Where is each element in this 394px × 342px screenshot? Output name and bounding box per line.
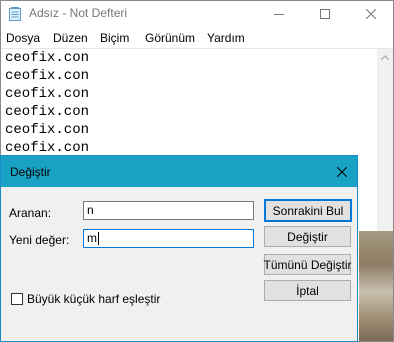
window-title: Adsız - Not Defteri (29, 6, 128, 20)
replace-all-button[interactable]: Tümünü Değiştir (263, 254, 352, 275)
cancel-button[interactable]: İptal (264, 280, 351, 301)
close-button[interactable] (348, 1, 393, 27)
menu-dosya[interactable]: Dosya (6, 31, 40, 45)
menu-yardim[interactable]: Yardım (207, 31, 245, 45)
maximize-icon (320, 9, 330, 19)
dialog-close-button[interactable] (327, 156, 357, 187)
scroll-up-button[interactable] (377, 49, 393, 65)
replace-button[interactable]: Değiştir (264, 226, 351, 247)
find-label: Aranan: (9, 206, 52, 220)
chevron-up-icon (381, 54, 389, 60)
close-icon (366, 9, 376, 19)
text-line: ceofix.con (5, 86, 90, 102)
text-line: ceofix.con (5, 50, 90, 66)
replace-dialog: Değiştir Aranan: n Yeni değer: m Büyük k… (0, 155, 358, 342)
text-line: ceofix.con (5, 122, 90, 138)
replace-label: Yeni değer: (9, 233, 70, 247)
replace-input[interactable]: m (83, 229, 254, 248)
find-input[interactable]: n (83, 201, 254, 220)
text-line: ceofix.con (5, 68, 90, 84)
minimize-icon (274, 14, 284, 15)
notepad-titlebar[interactable]: Adsız - Not Defteri (1, 1, 393, 27)
menu-bar: Dosya Düzen Biçim Görünüm Yardım (1, 28, 393, 48)
minimize-button[interactable] (256, 1, 302, 27)
text-line: ceofix.con (5, 140, 90, 156)
maximize-button[interactable] (302, 1, 348, 27)
match-case-label: Büyük küçük harf eşleştir (27, 292, 161, 306)
text-caret (98, 232, 99, 245)
menu-bicim[interactable]: Biçim (100, 31, 129, 45)
menu-duzen[interactable]: Düzen (53, 31, 88, 45)
text-line: ceofix.con (5, 104, 90, 120)
dialog-title: Değiştir (10, 165, 51, 179)
replace-input-value: m (87, 231, 97, 245)
dialog-titlebar[interactable]: Değiştir (1, 156, 357, 187)
find-next-button[interactable]: Sonrakini Bul (264, 199, 352, 222)
menu-gorunum[interactable]: Görünüm (145, 31, 195, 45)
notepad-app-icon (9, 7, 21, 21)
background-photo (359, 231, 393, 341)
match-case-checkbox[interactable] (11, 293, 23, 305)
close-icon (337, 166, 347, 177)
